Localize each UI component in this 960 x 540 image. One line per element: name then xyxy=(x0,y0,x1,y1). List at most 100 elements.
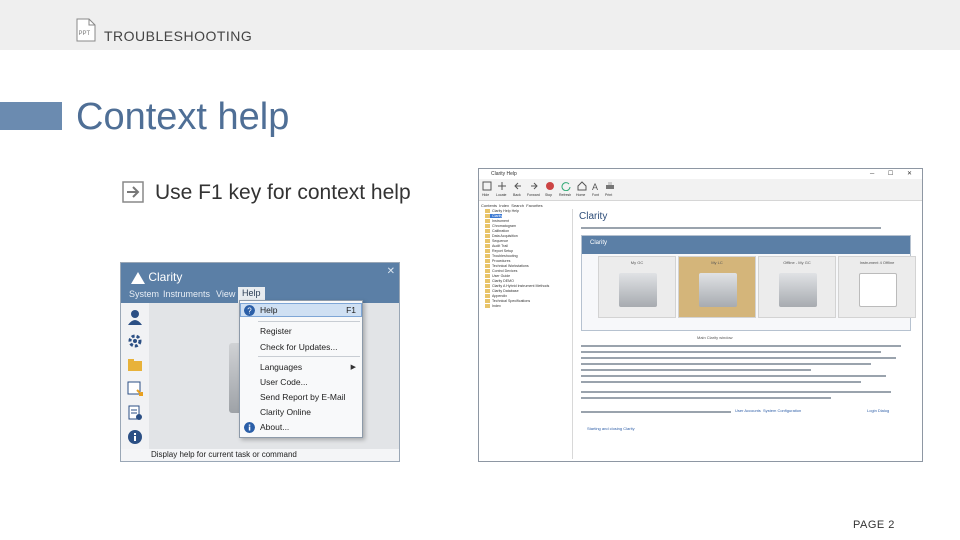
slide-title: Context help xyxy=(76,96,290,138)
tree-item[interactable]: Clarity A Hybrid Instrument Methods xyxy=(485,284,549,288)
instrument-box xyxy=(859,273,897,307)
tree-item[interactable]: Calibration xyxy=(485,229,509,233)
tb-back[interactable]: Back xyxy=(513,193,521,197)
tree-item[interactable]: Audit Trail xyxy=(485,244,508,248)
tb-forward[interactable]: Forward xyxy=(527,193,540,197)
gear-icon[interactable] xyxy=(127,333,143,349)
text-line xyxy=(581,411,731,413)
menu-view[interactable]: View xyxy=(216,289,235,299)
locate-icon[interactable] xyxy=(497,181,507,191)
tree-item[interactable]: Sequence xyxy=(485,239,508,243)
print-icon[interactable] xyxy=(605,181,615,191)
menu-register[interactable]: Register xyxy=(260,326,292,336)
tree-item[interactable]: Clarity Database xyxy=(485,289,519,293)
svg-text:A: A xyxy=(592,182,598,191)
submenu-arrow-icon: ▶ xyxy=(350,364,356,371)
tree-item-selected[interactable]: Clarity xyxy=(485,214,503,218)
card-label: My GC xyxy=(630,260,644,265)
help-shortcut: F1 xyxy=(346,305,356,315)
report-icon[interactable] xyxy=(127,405,143,421)
tree-item[interactable]: Troubleshooting xyxy=(485,254,518,258)
menu-system[interactable]: System xyxy=(129,289,159,299)
tree-item[interactable]: Appendix xyxy=(485,294,507,298)
menu-clarity-online[interactable]: Clarity Online xyxy=(260,407,311,417)
window-controls[interactable]: ─ ☐ ✕ xyxy=(870,170,918,177)
tb-print[interactable]: Print xyxy=(605,193,612,197)
link-system-config[interactable]: System Configuration xyxy=(763,408,801,413)
text-line xyxy=(581,375,886,377)
tree-item[interactable]: Clarity Help Help xyxy=(485,209,519,213)
text-line xyxy=(581,363,871,365)
instrument-card-active: My LC xyxy=(678,256,756,318)
tb-font[interactable]: Font xyxy=(592,193,599,197)
ppt-file-icon: PPT xyxy=(76,18,96,42)
tree-item[interactable]: Control Devices xyxy=(485,269,517,273)
info-icon[interactable] xyxy=(127,429,143,445)
card-label: Offline - My GC xyxy=(783,260,811,265)
user-icon[interactable] xyxy=(127,309,143,325)
home-icon[interactable] xyxy=(577,181,587,191)
main-window-image: Clarity My GC My LC Offline - My GC Inst… xyxy=(581,235,916,331)
tree-item[interactable]: Report Setup xyxy=(485,249,513,253)
card-label: Instrument 4 Offline xyxy=(859,260,895,265)
text-line xyxy=(581,227,881,229)
menu-about[interactable]: About... xyxy=(260,422,289,432)
menu-separator xyxy=(258,321,360,322)
back-icon[interactable] xyxy=(513,181,523,191)
tree-item[interactable]: Data Acquisition xyxy=(485,234,518,238)
card-label: My LC xyxy=(711,260,723,265)
help-contents-tree: Clarity Help Help Clarity Instrument Chr… xyxy=(481,209,573,459)
image-caption: Main Clarity window xyxy=(697,335,733,340)
slide-header-bar: PPT TROUBLESHOOTING xyxy=(0,0,960,50)
instrument-box xyxy=(619,273,657,307)
tree-item[interactable]: Technical Workstations xyxy=(485,264,529,268)
tab-index[interactable]: Index xyxy=(499,203,509,208)
tree-item[interactable]: Instrument xyxy=(485,219,509,223)
clarity-logo: Clarity xyxy=(131,270,182,284)
tree-item[interactable]: Chromatogram xyxy=(485,224,516,228)
help-window-title: Clarity Help xyxy=(479,169,922,179)
import-icon[interactable] xyxy=(127,381,143,397)
forward-icon[interactable] xyxy=(529,181,539,191)
close-icon[interactable]: ✕ xyxy=(387,266,395,277)
tree-item[interactable]: Clarity DEMO xyxy=(485,279,514,283)
link-user-accounts[interactable]: User Accounts xyxy=(735,408,761,413)
tb-home[interactable]: Home xyxy=(576,193,585,197)
folder-icon[interactable] xyxy=(127,357,143,373)
link-starting-closing[interactable]: Starting and closing Clarity xyxy=(587,426,635,431)
font-icon[interactable]: A xyxy=(591,181,601,191)
tree-item[interactable]: Procedures xyxy=(485,259,510,263)
tab-search[interactable]: Search xyxy=(511,203,524,208)
tb-hide[interactable]: Hide xyxy=(482,193,489,197)
tab-contents[interactable]: Contents xyxy=(481,203,497,208)
tb-stop[interactable]: Stop xyxy=(545,193,552,197)
menu-languages[interactable]: Languages xyxy=(260,362,302,372)
menu-instruments[interactable]: Instruments xyxy=(163,289,210,299)
menu-user-code[interactable]: User Code... xyxy=(260,377,308,387)
help-question-icon: ? xyxy=(244,305,255,316)
about-info-icon xyxy=(244,422,255,433)
menu-send-report[interactable]: Send Report by E-Mail xyxy=(260,392,346,402)
stop-icon[interactable] xyxy=(545,181,555,191)
tb-refresh[interactable]: Refresh xyxy=(559,193,571,197)
tree-item[interactable]: Technical Specifications xyxy=(485,299,530,303)
menu-check-updates[interactable]: Check for Updates... xyxy=(260,342,337,352)
tab-favorites[interactable]: Favorites xyxy=(526,203,542,208)
help-dropdown-menu: ? Help F1 Register Check for Updates... … xyxy=(239,300,363,438)
clarity-app-name: Clarity xyxy=(148,270,183,284)
bullet-text: Use F1 key for context help xyxy=(155,181,411,204)
refresh-icon[interactable] xyxy=(561,181,571,191)
tree-item[interactable]: Index xyxy=(485,304,501,308)
image-header: Clarity xyxy=(582,236,910,254)
link-login-dialog[interactable]: Login Dialog xyxy=(867,408,889,413)
tree-item[interactable]: User Guide xyxy=(485,274,510,278)
clarity-logo-icon xyxy=(131,272,145,284)
tb-locate[interactable]: Locate xyxy=(496,193,507,197)
menu-help-item[interactable]: Help xyxy=(260,305,277,315)
image-logo: Clarity xyxy=(590,240,608,246)
text-line xyxy=(581,345,901,347)
help-item-highlight xyxy=(240,303,362,317)
page-number: PAGE 2 xyxy=(853,519,895,531)
instrument-card: My GC xyxy=(598,256,676,318)
hide-icon[interactable] xyxy=(482,181,492,191)
